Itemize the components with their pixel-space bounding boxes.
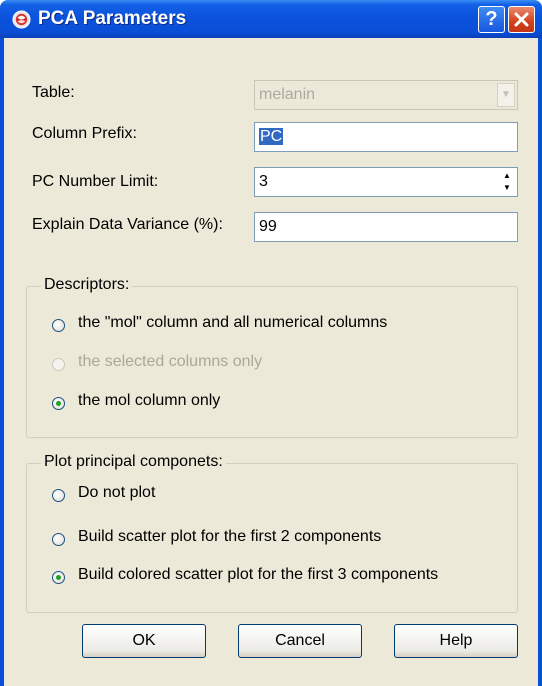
window-title: PCA Parameters [38, 8, 187, 29]
pca-parameters-dialog: PCA Parameters ? Table: melanin ▼ Column… [0, 0, 542, 686]
chevron-down-icon: ▼ [497, 83, 515, 107]
plot-option-scatter-2[interactable]: Build scatter plot for the first 2 compo… [78, 528, 381, 546]
app-icon [12, 10, 31, 29]
plot-radio-do-not-plot[interactable] [52, 489, 65, 502]
column-prefix-value: PC [259, 128, 284, 145]
descriptors-option-selected-columns: the selected columns only [78, 353, 263, 370]
close-icon [514, 12, 529, 27]
spin-up-icon[interactable]: ▲ [499, 170, 515, 182]
dialog-body: Table: melanin ▼ Column Prefix: PC PC Nu… [4, 38, 538, 686]
descriptors-option-mol-and-numeric[interactable]: the "mol" column and all numerical colum… [78, 314, 387, 332]
plot-option-do-not-plot[interactable]: Do not plot [78, 484, 155, 502]
table-label: Table: [32, 84, 75, 101]
explain-variance-value: 99 [259, 218, 277, 235]
descriptors-option-mol-only[interactable]: the mol column only [78, 392, 220, 410]
cancel-button[interactable]: Cancel [238, 624, 362, 658]
title-bar[interactable]: PCA Parameters ? [0, 0, 542, 38]
spin-down-icon[interactable]: ▼ [499, 182, 515, 194]
help-button[interactable]: Help [394, 624, 518, 658]
pc-number-limit-value: 3 [259, 173, 268, 190]
column-prefix-input[interactable]: PC [254, 122, 518, 152]
descriptors-radio-selected-columns [52, 358, 65, 371]
descriptors-legend: Descriptors: [41, 276, 133, 294]
table-select: melanin ▼ [254, 80, 518, 110]
spin-buttons[interactable]: ▲ ▼ [499, 170, 515, 194]
title-help-button[interactable]: ? [478, 6, 505, 33]
plot-option-colored-scatter-3[interactable]: Build colored scatter plot for the first… [78, 566, 438, 584]
plot-legend: Plot principal componets: [41, 453, 226, 471]
descriptors-radio-mol-only[interactable] [52, 397, 65, 410]
table-select-value: melanin [259, 86, 316, 103]
pc-number-limit-stepper[interactable]: 3 ▲ ▼ [254, 167, 518, 197]
descriptors-radio-mol-and-numeric[interactable] [52, 319, 65, 332]
plot-radio-scatter-2[interactable] [52, 533, 65, 546]
plot-radio-colored-scatter-3[interactable] [52, 571, 65, 584]
pc-number-limit-label: PC Number Limit: [32, 173, 159, 190]
close-button[interactable] [508, 6, 535, 33]
ok-button[interactable]: OK [82, 624, 206, 658]
explain-variance-input[interactable]: 99 [254, 212, 518, 242]
explain-variance-label: Explain Data Variance (%): [32, 216, 223, 233]
column-prefix-label: Column Prefix: [32, 125, 137, 142]
